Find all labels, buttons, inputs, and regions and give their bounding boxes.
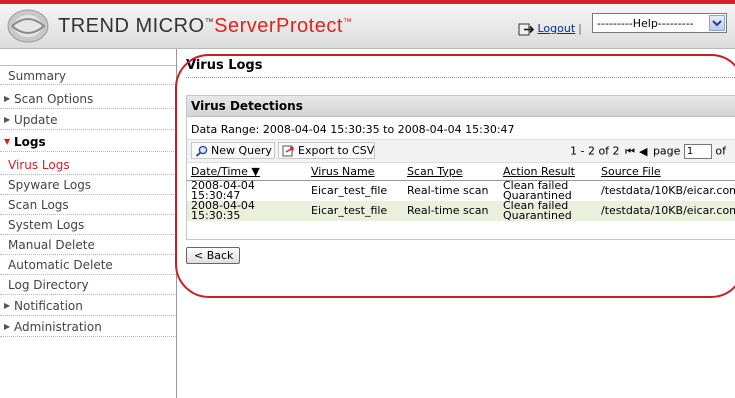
- virus-detections-panel: Virus Detections Data Range: 2008-04-04 …: [186, 95, 735, 240]
- cell-action-result: Clean failed Quarantined: [499, 200, 597, 222]
- logout-link[interactable]: Logout: [538, 22, 576, 35]
- column-header-virus-name[interactable]: Virus Name: [307, 162, 403, 181]
- cell-scan-type: Real-time scan: [407, 184, 489, 197]
- column-header-source-file[interactable]: Source File: [597, 162, 735, 181]
- sidebar-item-system-logs[interactable]: System Logs: [0, 215, 176, 235]
- toolbar: New Query Export to CSV 1 - 2 of 2 ⏮ ◀ pa…: [187, 139, 735, 163]
- sidebar-item-label: Manual Delete: [8, 238, 95, 252]
- panel-header: Virus Detections: [187, 96, 735, 117]
- sidebar-item-spyware-logs[interactable]: Spyware Logs: [0, 175, 176, 195]
- sidebar-item-label: Automatic Delete: [8, 258, 113, 272]
- page-number-input[interactable]: 1: [683, 144, 712, 159]
- cell-virus-name: Eicar_test_file: [307, 201, 403, 221]
- pager-page-label: page: [652, 144, 681, 158]
- sidebar: Summary ▶ Scan Options ▶ Update ▼ Logs Viru…: [0, 49, 177, 398]
- export-csv-button[interactable]: Export to CSV: [278, 142, 375, 159]
- title-divider: [186, 77, 735, 78]
- brand-tm: ™: [204, 16, 215, 27]
- cell-source-file: /testdata/10KB/eicar.com: [597, 201, 735, 221]
- help-dropdown[interactable]: ---------Help---------: [592, 13, 727, 33]
- sidebar-item-manual-delete[interactable]: Manual Delete: [0, 235, 176, 255]
- column-header-action-result[interactable]: Action Result: [499, 162, 597, 181]
- pagination: 1 - 2 of 2 ⏮ ◀ page 1 of: [570, 144, 726, 159]
- brand-title: TREND MICRO™ServerProtect™: [58, 15, 352, 38]
- cell-time: 15:30:35: [191, 209, 241, 222]
- sidebar-item-label: Notification: [14, 299, 83, 313]
- expand-arrow-icon: ▶: [4, 115, 11, 124]
- chevron-down-icon[interactable]: [709, 15, 725, 31]
- cell-date-time: 2008-04-04 15:30:47: [187, 180, 307, 201]
- sidebar-item-log-directory[interactable]: Log Directory: [0, 275, 176, 295]
- cell-action-line2: Quarantined: [503, 209, 572, 222]
- expand-arrow-icon: ▶: [4, 301, 11, 310]
- new-query-label: New Query: [211, 144, 272, 157]
- sidebar-item-label: Spyware Logs: [8, 178, 92, 192]
- sidebar-item-label: Summary: [8, 69, 66, 83]
- sidebar-item-administration[interactable]: ▶ Administration: [0, 317, 176, 337]
- collapse-arrow-icon: ▼: [4, 137, 11, 146]
- sidebar-item-automatic-delete[interactable]: Automatic Delete: [0, 255, 176, 275]
- product-tm: ™: [342, 16, 353, 27]
- magnifier-icon: [195, 145, 208, 157]
- sidebar-item-scan-logs[interactable]: Scan Logs: [0, 195, 176, 215]
- table-row: 2008-04-04 15:30:47 Eicar_test_file Real-…: [187, 180, 735, 201]
- cell-virus-name: Eicar_test_file: [311, 184, 388, 197]
- first-page-icon[interactable]: ⏮: [625, 145, 635, 158]
- new-query-button[interactable]: New Query: [191, 142, 275, 159]
- cell-source-file: /testdata/10KB/eicar.com: [601, 184, 735, 197]
- sidebar-item-scan-options[interactable]: ▶ Scan Options: [0, 89, 176, 109]
- table-row: 2008-04-04 15:30:35 Eicar_test_file Real-…: [187, 200, 735, 222]
- header-separator: |: [578, 22, 582, 35]
- cell-date-time: 2008-04-04 15:30:35: [187, 200, 307, 222]
- help-dropdown-value: ---------Help---------: [597, 17, 694, 30]
- cell-action-result: Clean failed Quarantined: [499, 180, 597, 201]
- sidebar-item-virus-logs[interactable]: Virus Logs: [0, 155, 176, 175]
- sidebar-item-notification[interactable]: ▶ Notification: [0, 296, 176, 316]
- logout-area: Logout |: [518, 22, 585, 36]
- expand-arrow-icon: ▶: [4, 94, 11, 103]
- sidebar-item-label: Virus Logs: [8, 158, 70, 172]
- back-button[interactable]: < Back: [186, 247, 240, 264]
- sidebar-item-summary[interactable]: Summary: [0, 65, 176, 85]
- sidebar-item-label: Logs: [14, 135, 46, 149]
- sidebar-item-logs[interactable]: ▼ Logs: [0, 132, 176, 152]
- trend-micro-logo-icon: [7, 9, 49, 43]
- logout-icon[interactable]: [518, 23, 534, 36]
- pager-summary: 1 - 2 of 2: [570, 144, 620, 158]
- data-range-text: Data Range: 2008-04-04 15:30:35 to 2008-…: [191, 123, 515, 136]
- sidebar-item-label: Scan Logs: [8, 198, 69, 212]
- sidebar-item-label: Scan Options: [14, 92, 94, 106]
- page-title: Virus Logs: [186, 58, 263, 73]
- column-header-scan-type[interactable]: Scan Type: [403, 162, 499, 181]
- sidebar-item-update[interactable]: ▶ Update: [0, 110, 176, 130]
- sidebar-item-label: Log Directory: [8, 278, 89, 292]
- product-name: ServerProtect: [214, 15, 343, 37]
- sidebar-item-label: Administration: [14, 320, 102, 334]
- sidebar-item-label: Update: [14, 113, 58, 127]
- panel-title: Virus Detections: [191, 99, 303, 113]
- back-button-label: < Back: [194, 249, 234, 262]
- table-header-row: Date/Time ▼ Virus Name Scan Type Action …: [187, 162, 735, 181]
- sidebar-item-label: System Logs: [8, 218, 85, 232]
- column-header-date-time[interactable]: Date/Time ▼: [187, 162, 307, 181]
- expand-arrow-icon: ▶: [4, 322, 11, 331]
- brand-prefix: TREND MICRO: [58, 15, 205, 37]
- export-csv-label: Export to CSV: [298, 144, 375, 157]
- prev-page-icon[interactable]: ◀: [639, 145, 647, 158]
- export-icon: [282, 145, 294, 157]
- virus-log-table: Date/Time ▼ Virus Name Scan Type Action …: [187, 162, 735, 221]
- pager-of-label: of: [715, 144, 727, 158]
- cell-scan-type: Real-time scan: [403, 201, 499, 221]
